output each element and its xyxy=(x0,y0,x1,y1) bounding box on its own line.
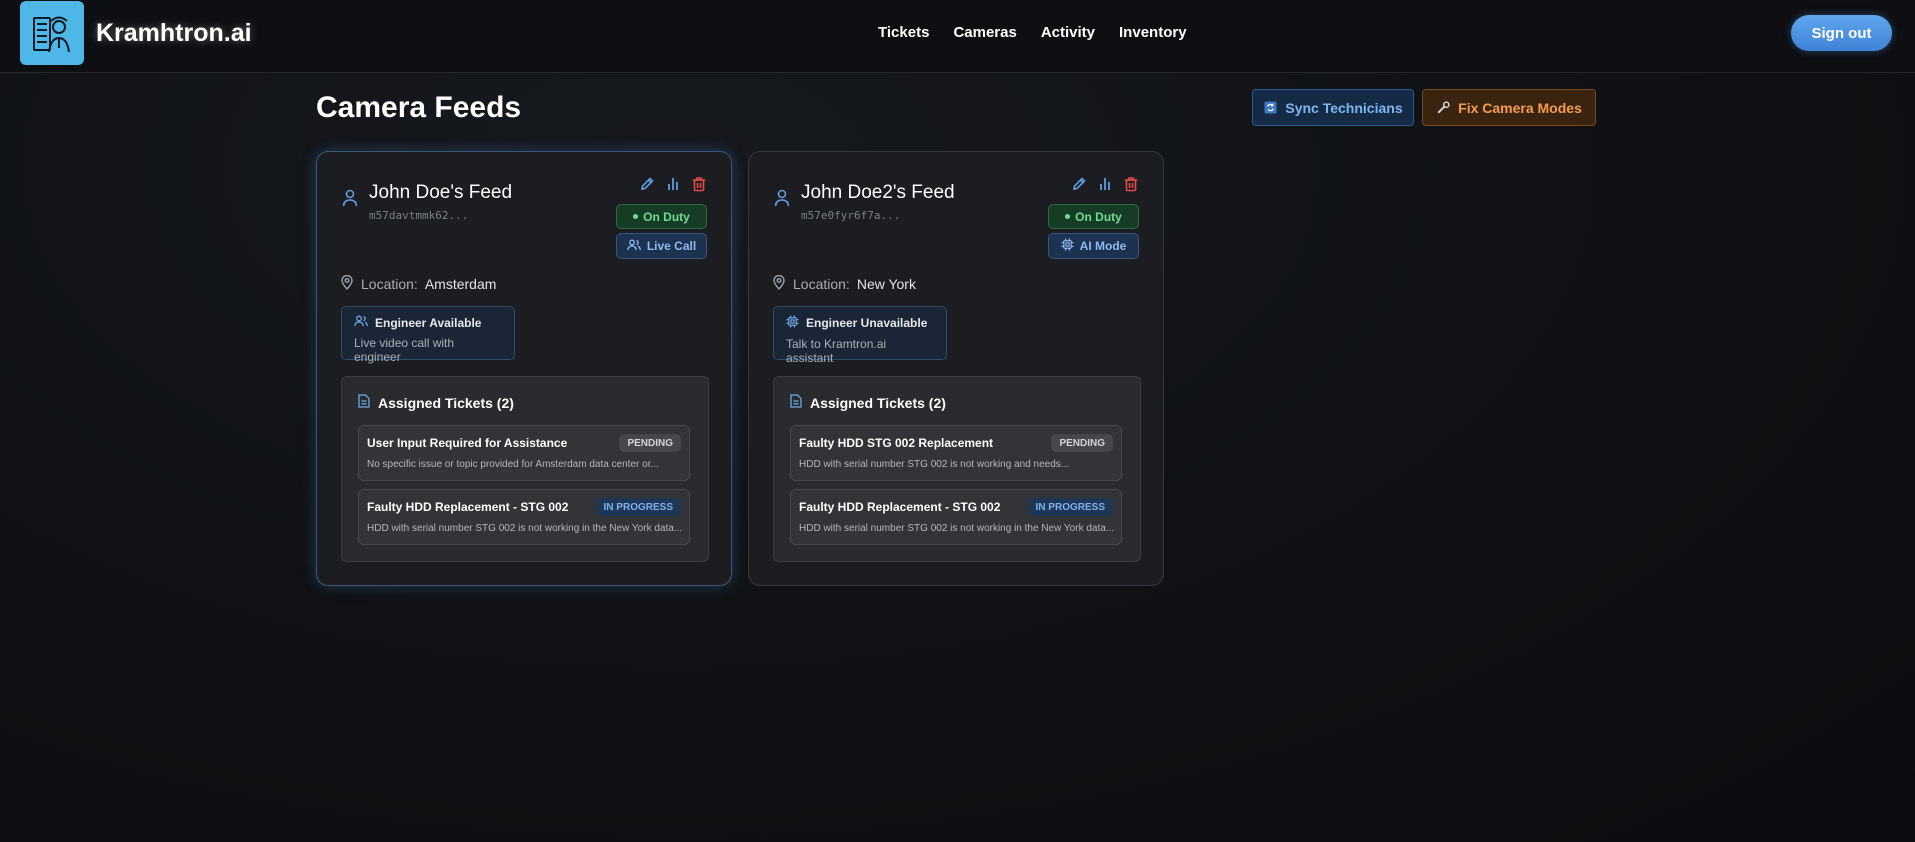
status-dot-icon xyxy=(1065,214,1071,219)
ticket-item[interactable]: User Input Required for Assistance PENDI… xyxy=(358,425,690,481)
document-icon xyxy=(790,394,802,411)
map-pin-icon xyxy=(341,274,353,293)
nav-inventory[interactable]: Inventory xyxy=(1119,24,1187,41)
live-call-badge[interactable]: Live Call xyxy=(616,233,707,259)
fix-camera-modes-button[interactable]: Fix Camera Modes xyxy=(1422,89,1596,126)
location-label: Location: xyxy=(361,276,418,292)
main-nav: Tickets Cameras Activity Inventory xyxy=(878,24,1187,41)
logo-icon[interactable] xyxy=(20,1,84,65)
users-icon xyxy=(626,239,641,254)
ticket-item[interactable]: Faulty HDD Replacement - STG 002 IN PROG… xyxy=(790,489,1122,545)
nav-cameras[interactable]: Cameras xyxy=(953,24,1016,41)
engineer-status-box[interactable]: Engineer Available Live video call with … xyxy=(341,306,515,364)
delete-icon[interactable] xyxy=(691,176,707,192)
card-actions xyxy=(639,176,707,192)
top-nav-bar: Kramhtron.ai Tickets Cameras Activity In… xyxy=(0,0,1915,73)
ai-mode-badge[interactable]: AI Mode xyxy=(1048,233,1139,259)
card-actions xyxy=(1071,176,1139,192)
nav-tickets[interactable]: Tickets xyxy=(878,24,929,41)
assigned-tickets-panel: Assigned Tickets (2) Faulty HDD STG 002 … xyxy=(773,376,1141,562)
cpu-icon xyxy=(1061,238,1074,254)
fix-camera-modes-label: Fix Camera Modes xyxy=(1458,99,1582,116)
sync-icon xyxy=(1263,101,1277,115)
camera-feed-card[interactable]: John Doe's Feed m57davtmmk62... On Duty … xyxy=(316,151,732,586)
on-duty-badge: On Duty xyxy=(616,204,707,229)
ticket-description: HDD with serial number STG 002 is not wo… xyxy=(799,459,1070,470)
nav-activity[interactable]: Activity xyxy=(1041,24,1095,41)
feed-id: m57davtmmk62... xyxy=(369,209,469,222)
status-badge: PENDING xyxy=(1051,434,1113,452)
camera-feed-card[interactable]: John Doe2's Feed m57e0fyr6f7a... On Duty… xyxy=(748,151,1164,586)
location: Location: New York xyxy=(773,274,916,293)
duty-label: On Duty xyxy=(643,209,690,224)
status-badge: IN PROGRESS xyxy=(1027,498,1113,516)
feed-id: m57e0fyr6f7a... xyxy=(801,209,901,222)
sign-out-button[interactable]: Sign out xyxy=(1791,15,1892,51)
user-icon xyxy=(774,189,790,212)
cpu-icon xyxy=(786,315,799,331)
location-label: Location: xyxy=(793,276,850,292)
ticket-description: HDD with serial number STG 002 is not wo… xyxy=(367,523,683,534)
assigned-tickets-panel: Assigned Tickets (2) User Input Required… xyxy=(341,376,709,562)
mode-label: AI Mode xyxy=(1079,239,1127,253)
ticket-title: User Input Required for Assistance xyxy=(367,436,568,450)
tickets-heading: Assigned Tickets (2) xyxy=(810,394,946,411)
engineer-status-box[interactable]: Engineer Unavailable Talk to Kramtron.ai… xyxy=(773,306,947,365)
map-pin-icon xyxy=(773,274,785,293)
sync-technicians-button[interactable]: Sync Technicians xyxy=(1252,89,1414,126)
status-dot-icon xyxy=(633,214,639,219)
stats-icon[interactable] xyxy=(1097,176,1113,192)
location: Location: Amsterdam xyxy=(341,274,497,293)
wrench-icon xyxy=(1436,101,1450,115)
ticket-title: Faulty HDD Replacement - STG 002 xyxy=(367,500,569,514)
engineer-status-title: Engineer Unavailable xyxy=(806,316,928,330)
tickets-heading: Assigned Tickets (2) xyxy=(378,394,514,411)
users-icon xyxy=(354,315,368,330)
brand-name[interactable]: Kramhtron.ai xyxy=(96,19,252,48)
location-value: Amsterdam xyxy=(424,276,497,292)
engineer-status-subtitle: Talk to Kramtron.ai assistant xyxy=(786,337,887,365)
status-badge: IN PROGRESS xyxy=(595,498,681,516)
document-icon xyxy=(358,394,370,411)
ticket-item[interactable]: Faulty HDD Replacement - STG 002 IN PROG… xyxy=(358,489,690,545)
engineer-status-title: Engineer Available xyxy=(375,315,482,330)
ticket-description: HDD with serial number STG 002 is not wo… xyxy=(799,523,1115,534)
delete-icon[interactable] xyxy=(1123,176,1139,192)
location-value: New York xyxy=(856,276,916,292)
feed-name: John Doe2's Feed xyxy=(801,182,955,203)
sync-technicians-label: Sync Technicians xyxy=(1285,99,1403,116)
edit-icon[interactable] xyxy=(639,176,655,192)
ticket-description: No specific issue or topic provided for … xyxy=(367,459,659,470)
mode-label: Live Call xyxy=(646,239,697,253)
on-duty-badge: On Duty xyxy=(1048,204,1139,229)
stats-icon[interactable] xyxy=(665,176,681,192)
ticket-title: Faulty HDD Replacement - STG 002 xyxy=(799,500,1001,514)
edit-icon[interactable] xyxy=(1071,176,1087,192)
feed-name: John Doe's Feed xyxy=(369,182,513,203)
status-badge: PENDING xyxy=(619,434,681,452)
page-title: Camera Feeds xyxy=(316,91,522,124)
user-icon xyxy=(342,189,358,212)
ticket-item[interactable]: Faulty HDD STG 002 Replacement PENDING H… xyxy=(790,425,1122,481)
ticket-title: Faulty HDD STG 002 Replacement xyxy=(799,436,994,450)
duty-label: On Duty xyxy=(1075,209,1122,224)
engineer-status-subtitle: Live video call with engineer xyxy=(354,336,455,364)
